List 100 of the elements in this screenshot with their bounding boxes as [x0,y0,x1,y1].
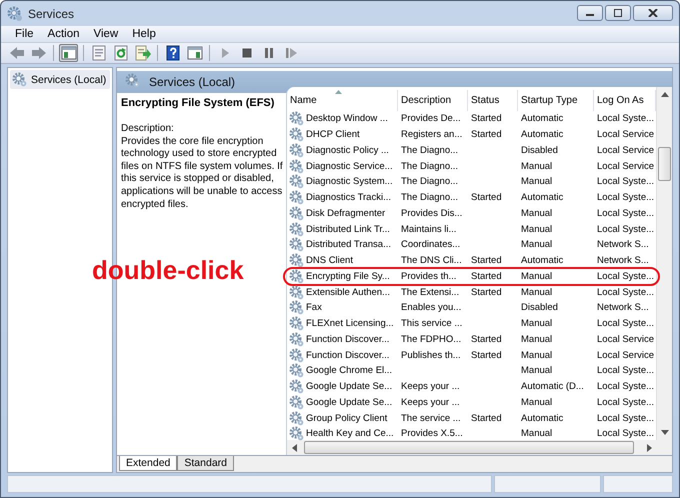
table-cell: Diagnostic System... [306,176,393,188]
help-icon [164,45,180,61]
table-cell: Local Syste... [597,412,654,424]
panel-title: Services (Local) [149,75,236,89]
table-cell: Google Chrome El... [306,365,392,376]
table-cell: Local Service [597,350,654,361]
back-arrow-icon [8,45,24,61]
table-cell: Manual [521,208,552,219]
scroll-right-icon[interactable] [647,444,652,452]
table-cell: Manual [521,350,552,361]
gear-icon [289,237,304,252]
menu-item[interactable]: File [8,28,41,40]
table-cell: Extensible Authen... [306,286,390,298]
view-tab[interactable]: Extended [119,456,178,471]
sort-arrow-icon [335,90,342,94]
horizontal-scrollbar[interactable] [287,440,672,455]
table-cell: Started [471,350,502,361]
menu-item[interactable]: Help [125,28,163,40]
tree-item[interactable]: Services (Local) [10,70,110,89]
gear-icon [289,174,304,190]
gear-icon [289,206,304,221]
gear-icon [289,410,304,426]
table-cell: Function Discover... [306,350,390,361]
gear-icon [289,111,304,126]
tree-view-icon [60,45,76,61]
table-cell: Health Key and Ce... [306,428,394,440]
table-cell: The FDPHO... [401,334,462,345]
gear-icon [289,222,304,237]
table-cell: Enables you... [401,302,462,314]
forward-arrow-icon [30,45,46,61]
table-cell: Desktop Window ... [306,113,388,124]
table-cell: Network S... [597,239,649,250]
gear-icon [289,253,304,268]
gear-icon [289,268,304,284]
table-cell: Coordinates... [401,239,460,250]
action-pane-icon [186,45,202,61]
table-cell: Automatic [521,412,564,424]
properties-icon [90,45,106,61]
table-cell: Function Discover... [306,334,390,345]
close-button[interactable] [633,4,673,20]
table-cell: Manual [521,176,552,188]
column-header[interactable]: Name [287,90,398,111]
table-cell: Diagnostics Tracki... [306,192,391,204]
table-cell: Keeps your ... [401,381,460,392]
column-header[interactable]: Startup Type [518,90,594,111]
forward-arrow-button[interactable] [29,44,48,62]
table-cell: Local Service [597,129,654,140]
table-cell: Automatic [521,255,564,266]
scrollbar-thumb[interactable] [658,147,671,181]
gear-icon [289,190,304,206]
table-cell: The Diagno... [401,192,458,204]
table-cell: Local Syste... [597,428,654,440]
table-cell: Local Syste... [597,192,654,204]
scroll-left-icon[interactable] [292,444,297,452]
table-cell: Registers an... [401,129,462,140]
gear-icon [289,348,304,363]
table-cell: The Diagno... [401,144,458,156]
gear-icon [289,142,304,158]
tree-view-button[interactable] [59,44,78,62]
export-button[interactable] [133,44,152,62]
maximize-button[interactable] [605,4,631,20]
table-cell: Provides De... [401,113,461,124]
column-header[interactable]: Description [398,90,468,111]
table-cell: Disabled [521,144,558,156]
table-cell: Local Syste... [597,270,654,282]
close-icon [647,8,659,16]
table-cell: Manual [521,318,552,330]
table-cell: Local Syste... [597,176,654,188]
table-cell: Started [471,255,502,266]
table-cell: The Extensi... [401,286,460,298]
scrollbar-thumb[interactable] [304,441,634,454]
gear-icon [12,72,28,88]
menu-item[interactable]: Action [40,28,86,40]
window-title: Services [28,6,74,20]
service-description: Provides the core file encryption technology used to store encrypted files on NTFS file system volumes. If this service is stopped or disabled, applications will be unable to access encrypted files. [121,136,283,212]
table-cell: Local Syste... [597,396,654,408]
action-pane-button[interactable] [185,44,204,62]
table-cell: Manual [521,286,552,298]
table-cell: Diagnostic Policy ... [306,144,389,156]
gear-icon [289,332,304,347]
gear-icon [289,316,304,332]
table-cell: Keeps your ... [401,396,460,408]
table-cell: Provides th... [401,270,456,282]
table-cell: The DNS Cli... [401,255,462,266]
gear-icon [289,284,304,300]
minimize-button[interactable] [577,4,603,20]
refresh-icon [112,45,128,61]
table-cell: Started [471,412,502,424]
vertical-scrollbar[interactable] [656,87,672,440]
table-cell: Manual [521,160,552,172]
view-tab[interactable]: Standard [177,456,234,471]
table-cell: Manual [521,428,552,440]
table-cell: Manual [521,224,552,235]
table-cell: Group Policy Client [306,412,388,424]
table-cell: This service ... [401,318,462,330]
table-cell: Started [471,113,502,124]
column-header[interactable]: Status [468,90,518,111]
gear-icon [289,300,304,316]
scroll-down-icon[interactable] [660,430,668,435]
menu-item[interactable]: View [86,28,126,40]
